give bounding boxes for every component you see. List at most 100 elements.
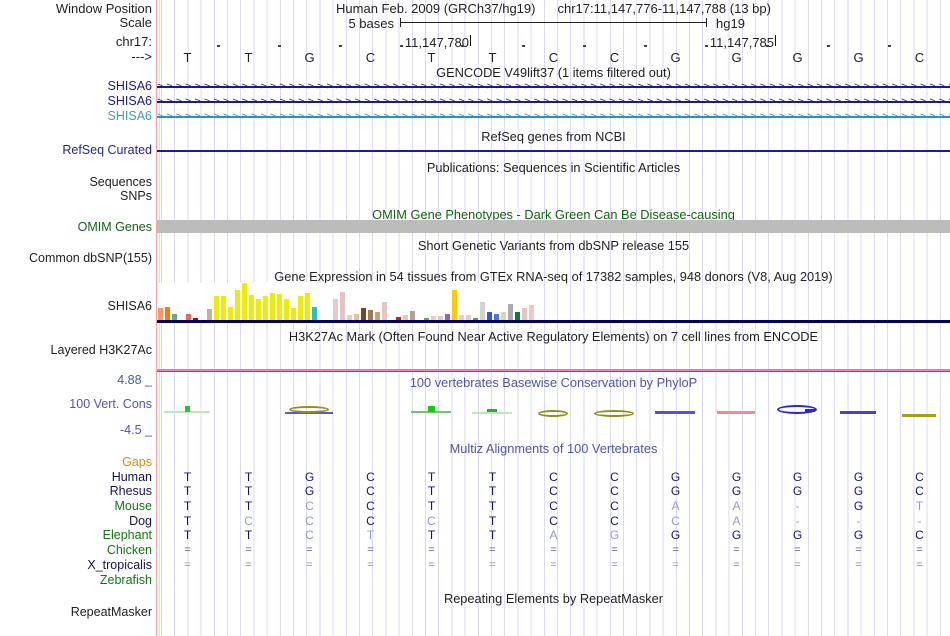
conservation-glyph bbox=[717, 411, 755, 414]
gtex-bar bbox=[242, 283, 247, 320]
coordinate-right: 11,147,785 bbox=[709, 35, 774, 50]
conservation-glyph bbox=[538, 410, 568, 417]
refseq-curated-label[interactable]: RefSeq Curated bbox=[0, 144, 152, 157]
gtex-bar bbox=[165, 307, 170, 320]
gene-model-row[interactable]: >>>>>>>>>>>>>>>>>>>>>>>>>>>>>>>>>>>>>>>>… bbox=[157, 95, 950, 108]
scale-value: 5 bases bbox=[348, 16, 394, 31]
species-label-mouse[interactable]: Mouse bbox=[0, 500, 152, 513]
alignment-cell: G bbox=[792, 470, 803, 484]
phylop-min-tick: _ bbox=[145, 423, 152, 437]
strand-arrow-label[interactable]: ---> bbox=[0, 50, 152, 63]
gene-model-row[interactable]: >>>>>>>>>>>>>>>>>>>>>>>>>>>>>>>>>>>>>>>>… bbox=[157, 110, 950, 123]
species-label-zebrafish[interactable]: Zebrafish bbox=[0, 574, 152, 587]
alignment-cell: = bbox=[855, 559, 862, 571]
gtex-bar bbox=[508, 304, 513, 320]
alignment-cell: G bbox=[304, 484, 315, 498]
gtex-bar bbox=[368, 310, 373, 320]
gtex-bar bbox=[256, 299, 261, 320]
species-label-chicken[interactable]: Chicken bbox=[0, 544, 152, 557]
conservation-glyph-bar bbox=[805, 409, 815, 412]
gencode-title: GENCODE V49lift37 (1 items filtered out) bbox=[436, 65, 671, 80]
alignment-cell: T bbox=[488, 528, 497, 542]
gtex-gene-label[interactable]: SHISA6 bbox=[0, 300, 152, 313]
alignment-cell: - bbox=[856, 514, 861, 528]
alignment-cell: A bbox=[732, 499, 741, 513]
alignment-cell: C bbox=[366, 499, 375, 513]
ruler-tick bbox=[217, 45, 220, 47]
alignment-cell: C bbox=[366, 484, 375, 498]
gene-label-shisa6[interactable]: SHISA6 bbox=[0, 110, 152, 123]
alignment-cell: T bbox=[244, 484, 253, 498]
gtex-bar bbox=[270, 293, 275, 320]
gtex-bar bbox=[340, 292, 345, 320]
gtex-bar bbox=[158, 308, 163, 320]
strand-arrows: >>>>>>>>>>>>>>>>>>>>>>>>>>>>>>>>>>>>>>>>… bbox=[157, 111, 950, 122]
gtex-bar bbox=[522, 308, 527, 320]
chromosome-label[interactable]: chr17: bbox=[0, 35, 152, 48]
h3k27ac-title: H3K27Ac Mark (Often Found Near Active Re… bbox=[288, 329, 819, 344]
alignment-cell: C bbox=[366, 514, 375, 528]
alignment-cell: G bbox=[731, 484, 742, 498]
alignment-cell: = bbox=[428, 559, 435, 571]
snps-label[interactable]: SNPs bbox=[0, 190, 152, 203]
layered-h3k27ac-label[interactable]: Layered H3K27Ac bbox=[0, 344, 152, 357]
species-label-dog[interactable]: Dog bbox=[0, 515, 152, 528]
alignment-cell: T bbox=[183, 499, 192, 513]
alignment-cell: T bbox=[183, 470, 192, 484]
multiz-title: Multiz Alignments of 100 Vertebrates bbox=[449, 441, 658, 456]
gtex-title: Gene Expression in 54 tissues from GTEx … bbox=[274, 269, 833, 284]
alignment-cell: G bbox=[670, 484, 681, 498]
gtex-bar bbox=[529, 305, 534, 320]
alignment-cell: = bbox=[611, 544, 618, 556]
gtex-bar bbox=[382, 302, 387, 320]
scale-bar-tick-right bbox=[706, 18, 707, 27]
gtex-bar bbox=[186, 314, 191, 320]
conservation-glyph bbox=[184, 406, 190, 412]
base-letter: C bbox=[609, 50, 620, 65]
gtex-bar bbox=[333, 299, 338, 320]
gene-label-shisa6[interactable]: SHISA6 bbox=[0, 95, 152, 108]
scale-bar-tick-left bbox=[400, 18, 401, 27]
base-letter: G bbox=[304, 50, 315, 65]
publications-title: Publications: Sequences in Scientific Ar… bbox=[426, 160, 681, 175]
alignment-cell: G bbox=[792, 528, 803, 542]
alignment-cell: = bbox=[367, 544, 374, 556]
gtex-bar bbox=[347, 315, 352, 320]
gtex-bar bbox=[172, 314, 177, 320]
common-dbsnp-label[interactable]: Common dbSNP(155) bbox=[0, 252, 152, 265]
repeatmasker-label[interactable]: RepeatMasker bbox=[0, 606, 152, 619]
alignment-cell: C bbox=[244, 514, 253, 528]
gtex-bar bbox=[221, 296, 226, 320]
phylop-max-label: 4.88 _ bbox=[0, 374, 152, 387]
conservation-glyph bbox=[427, 406, 435, 412]
gtex-bar bbox=[284, 299, 289, 320]
alignment-cell: G bbox=[304, 470, 315, 484]
gtex-bar bbox=[354, 314, 359, 320]
alignment-cell: C bbox=[366, 470, 375, 484]
omim-gene-bar[interactable] bbox=[157, 220, 950, 233]
genome-browser-image: Window Position Human Feb. 2009 (GRCh37/… bbox=[0, 0, 950, 636]
alignment-cell: T bbox=[366, 528, 375, 542]
gtex-bar bbox=[438, 316, 443, 320]
alignment-cell: = bbox=[428, 544, 435, 556]
alignment-cell: T bbox=[427, 470, 436, 484]
alignment-cell: G bbox=[853, 484, 864, 498]
species-label-elephant[interactable]: Elephant bbox=[0, 529, 152, 542]
ruler-tick bbox=[583, 45, 586, 47]
species-label-rhesus[interactable]: Rhesus bbox=[0, 485, 152, 498]
alignment-cell: = bbox=[367, 559, 374, 571]
phylop-track-label[interactable]: 100 Vert. Cons bbox=[0, 398, 152, 411]
refseq-gene-line[interactable] bbox=[157, 150, 950, 152]
gene-model-row[interactable]: >>>>>>>>>>>>>>>>>>>>>>>>>>>>>>>>>>>>>>>>… bbox=[157, 80, 950, 93]
gtex-bar bbox=[494, 314, 499, 320]
alignment-cell: = bbox=[672, 559, 679, 571]
conservation-underline bbox=[472, 412, 512, 414]
omim-genes-label[interactable]: OMIM Genes bbox=[0, 221, 152, 234]
species-label-human[interactable]: Human bbox=[0, 471, 152, 484]
ruler-tick bbox=[888, 45, 891, 47]
alignment-cell: = bbox=[733, 544, 740, 556]
species-label-x_tropicalis[interactable]: X_tropicalis bbox=[0, 559, 152, 572]
sequences-label[interactable]: Sequences bbox=[0, 176, 152, 189]
species-label-gaps[interactable]: Gaps bbox=[0, 456, 152, 469]
gene-label-shisa6[interactable]: SHISA6 bbox=[0, 80, 152, 93]
